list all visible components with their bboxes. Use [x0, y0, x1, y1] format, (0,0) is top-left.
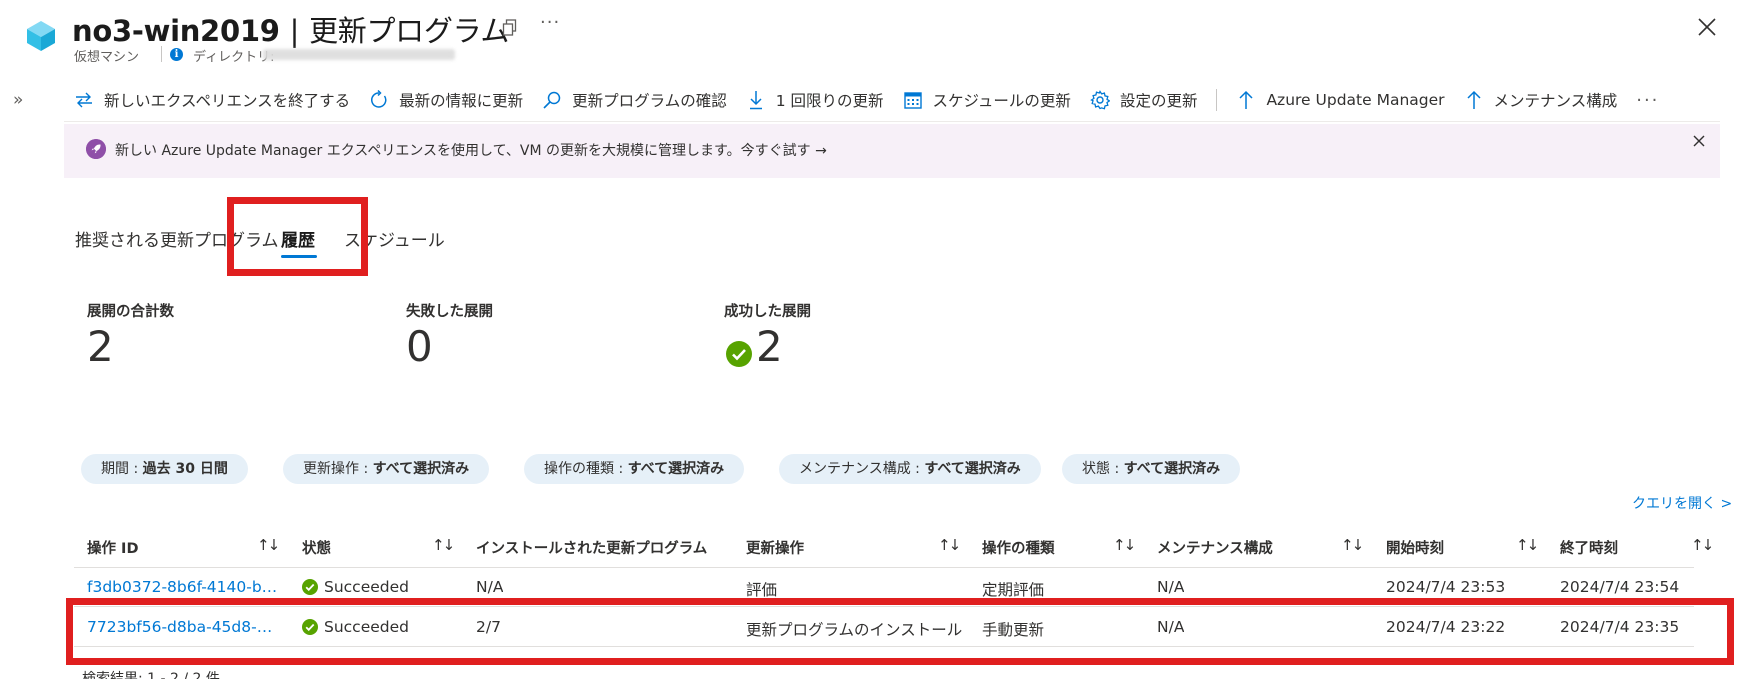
check-updates-button[interactable]: 更新プログラムの確認 — [542, 89, 727, 111]
failed-deployments-label: 失敗した展開 — [406, 304, 493, 320]
column-header-end-time[interactable]: 終了時刻 — [1560, 537, 1618, 558]
success-check-icon — [302, 579, 318, 595]
end-time-cell: 2024/7/4 23:54 — [1560, 578, 1680, 596]
highlight-box-row — [66, 598, 1734, 665]
filter-status-pill[interactable]: 状態 : すべて選択済み — [1062, 454, 1241, 484]
maintenance-configuration-button[interactable]: メンテナンス構成 — [1464, 89, 1617, 111]
arrow-up-icon — [1239, 90, 1253, 109]
update-operation-cell: 評価 — [746, 581, 778, 599]
refresh-icon — [371, 90, 387, 108]
filter-maintenance-config-pill[interactable]: メンテナンス構成 : すべて選択済み — [779, 454, 1041, 484]
successful-deployments-label: 成功した展開 — [724, 304, 811, 320]
sort-icon[interactable]: ↑↓ — [938, 536, 961, 554]
rocket-icon — [86, 139, 106, 159]
column-header-maintenance-config[interactable]: メンテナンス構成 — [1157, 537, 1273, 558]
column-header-operation-id[interactable]: 操作 ID — [87, 537, 138, 558]
total-deployments-value: 2 — [87, 322, 114, 371]
sort-icon[interactable]: ↑↓ — [1691, 536, 1714, 554]
sort-icon[interactable]: ↑↓ — [432, 536, 455, 554]
header-divider — [74, 567, 1694, 568]
sort-icon[interactable]: ↑↓ — [1113, 536, 1136, 554]
one-time-update-button[interactable]: 1 回限りの更新 — [746, 89, 884, 111]
sort-icon[interactable]: ↑↓ — [1341, 536, 1364, 554]
toolbar-divider — [1216, 89, 1218, 111]
close-icon[interactable] — [1696, 16, 1718, 38]
column-header-status[interactable]: 状態 — [302, 537, 331, 558]
success-check-icon — [726, 341, 752, 367]
copy-icon[interactable] — [502, 19, 518, 37]
resource-type-label: 仮想マシン — [74, 50, 140, 65]
virtual-machine-icon — [27, 21, 55, 51]
result-count: 検索結果: 1 - 2 / 2 件 — [82, 671, 220, 679]
download-icon — [749, 91, 762, 110]
command-bar: 新しいエクスペリエンスを終了する 最新の情報に更新 更新プログラムの確認 1 回… — [74, 86, 1659, 114]
column-header-installed-updates[interactable]: インストールされた更新プログラム — [476, 537, 707, 558]
sort-icon[interactable]: ↑↓ — [257, 536, 280, 554]
column-header-start-time[interactable]: 開始時刻 — [1386, 537, 1444, 558]
page-title: no3-win2019 | 更新プログラム — [72, 14, 510, 48]
column-header-operation-type[interactable]: 操作の種類 — [982, 537, 1055, 558]
filter-operation-type-pill[interactable]: 操作の種類 : すべて選択済み — [524, 454, 745, 484]
search-icon — [543, 91, 561, 109]
sort-icon[interactable]: ↑↓ — [1516, 536, 1539, 554]
total-deployments-label: 展開の合計数 — [87, 304, 174, 320]
expand-sidebar-icon[interactable]: » — [13, 90, 23, 110]
start-time-cell: 2024/7/4 23:53 — [1386, 578, 1506, 596]
gear-icon — [1090, 90, 1110, 110]
toolbar-more-icon[interactable]: ··· — [1636, 90, 1659, 111]
maintenance-config-cell: N/A — [1157, 578, 1185, 596]
update-settings-button[interactable]: 設定の更新 — [1090, 89, 1197, 111]
more-options-icon[interactable]: ··· — [540, 12, 560, 33]
refresh-button[interactable]: 最新の情報に更新 — [369, 89, 523, 111]
switch-arrows-icon — [76, 92, 92, 108]
calendar-icon — [903, 92, 922, 109]
failed-deployments-value: 0 — [406, 322, 433, 371]
subtitle-divider — [161, 46, 162, 62]
azure-update-manager-button[interactable]: Azure Update Manager — [1236, 90, 1445, 110]
info-icon: i — [170, 48, 183, 61]
successful-deployments-value: 2 — [756, 322, 783, 371]
schedule-update-button[interactable]: スケジュールの更新 — [903, 89, 1071, 111]
operation-id-link[interactable]: f3db0372-8b6f-4140-b… — [87, 578, 287, 596]
toolbar-divider-line — [64, 121, 1720, 122]
info-banner: 新しい Azure Update Manager エクスペリエンスを使用して、V… — [64, 124, 1720, 178]
highlight-box-history-tab — [227, 197, 368, 276]
status-text: Succeeded — [324, 578, 409, 596]
open-query-link[interactable]: クエリを開く > — [1632, 493, 1732, 513]
end-new-experience-button[interactable]: 新しいエクスペリエンスを終了する — [74, 89, 350, 111]
arrow-up-icon — [1466, 90, 1481, 109]
banner-close-icon[interactable] — [1692, 134, 1706, 148]
installed-updates-cell: N/A — [476, 578, 504, 596]
filter-update-operation-pill[interactable]: 更新操作 : すべて選択済み — [283, 454, 490, 484]
directory-value-redacted — [263, 49, 455, 60]
column-header-update-operation[interactable]: 更新操作 — [746, 537, 804, 558]
banner-message[interactable]: 新しい Azure Update Manager エクスペリエンスを使用して、V… — [115, 140, 827, 160]
filter-period-pill[interactable]: 期間 : 過去 30 日間 — [81, 454, 248, 484]
operation-type-cell: 定期評価 — [982, 581, 1045, 599]
